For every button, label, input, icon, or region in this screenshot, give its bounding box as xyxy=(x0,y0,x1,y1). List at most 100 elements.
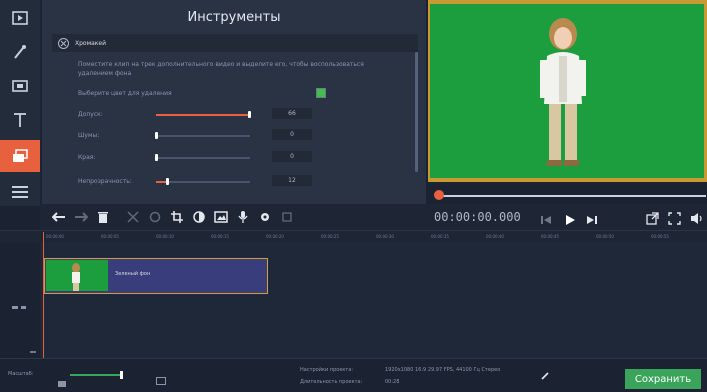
menu-icon xyxy=(12,186,28,198)
more-tools-button[interactable] xyxy=(0,140,40,172)
noise-slider-handle[interactable] xyxy=(155,132,158,139)
tool-sidebar xyxy=(0,0,40,206)
ruler-tick: 00:00:30 xyxy=(376,234,394,239)
ruler-tick: 00:00:20 xyxy=(266,234,284,239)
seek-track[interactable] xyxy=(438,195,706,197)
section-title: Хромакей xyxy=(75,39,107,47)
opacity-slider-handle[interactable] xyxy=(166,178,169,185)
playback-bar: 00:00:00.000 xyxy=(428,204,707,230)
project-duration-label: Длительность проекта: xyxy=(300,379,363,385)
delete-button[interactable] xyxy=(92,206,114,228)
close-circle-icon[interactable] xyxy=(58,37,69,49)
opacity-slider[interactable] xyxy=(156,181,250,183)
ruler-tick: 00:00:40 xyxy=(486,234,504,239)
image-button[interactable] xyxy=(210,206,232,228)
undo-button[interactable] xyxy=(48,206,70,228)
noise-label: Шумы: xyxy=(78,132,100,139)
video-clip[interactable]: Зеленый фон xyxy=(44,258,268,294)
noise-slider[interactable] xyxy=(156,135,250,137)
redo-button[interactable] xyxy=(70,206,92,228)
import-tool-button[interactable] xyxy=(0,2,40,34)
edges-label: Края: xyxy=(78,154,96,161)
ruler-tick: 00:00:45 xyxy=(541,234,559,239)
detach-preview-button[interactable] xyxy=(646,210,659,229)
tolerance-slider-handle[interactable] xyxy=(248,111,251,118)
transitions-tool-button[interactable] xyxy=(0,70,40,102)
opacity-label: Непрозрачность: xyxy=(78,178,132,185)
trash-icon xyxy=(98,212,108,223)
rotate-icon xyxy=(149,211,161,223)
opacity-value[interactable]: 12 xyxy=(272,175,312,186)
external-window-icon xyxy=(646,212,659,225)
video-preview[interactable] xyxy=(430,4,704,178)
zoom-slider-handle[interactable] xyxy=(120,371,123,379)
contrast-icon xyxy=(193,211,205,223)
fit-icon xyxy=(156,377,166,385)
microphone-icon xyxy=(238,211,248,223)
edit-toolbar xyxy=(40,204,428,230)
clip-name: Зеленый фон xyxy=(115,271,151,277)
cut-button[interactable] xyxy=(122,206,144,228)
chroma-key-header[interactable]: Хромакей xyxy=(52,34,418,52)
tolerance-slider-fill xyxy=(156,114,250,116)
child-figure-image xyxy=(540,18,586,166)
edges-slider[interactable] xyxy=(156,157,250,159)
fullscreen-button[interactable] xyxy=(668,210,681,229)
layers-icon xyxy=(13,149,28,162)
play-button[interactable] xyxy=(564,211,576,230)
menu-tool-button[interactable] xyxy=(0,176,40,208)
video-track-icon xyxy=(12,297,26,316)
edit-settings-button[interactable] xyxy=(541,365,549,384)
panel-title: Инструменты xyxy=(187,10,281,25)
ruler-tick: 00:00:35 xyxy=(431,234,449,239)
seek-handle[interactable] xyxy=(434,190,444,200)
panel-scrollbar[interactable] xyxy=(415,52,418,172)
film-icon xyxy=(12,11,28,25)
zoom-out-icon[interactable] xyxy=(58,372,66,391)
key-color-swatch[interactable] xyxy=(316,88,326,98)
pencil-icon xyxy=(541,372,549,380)
zoom-slider[interactable] xyxy=(70,374,122,376)
transition-icon xyxy=(12,80,28,92)
ruler-tick: 00:00:25 xyxy=(321,234,339,239)
skip-back-icon xyxy=(541,216,551,224)
timeline-ruler[interactable]: 00:00:00 00:00:05 00:00:10 00:00:15 00:0… xyxy=(0,230,707,242)
image-icon xyxy=(214,211,228,223)
noise-value[interactable]: 0 xyxy=(272,129,312,140)
save-button[interactable]: Сохранить xyxy=(625,369,701,389)
filters-tool-button[interactable] xyxy=(0,36,40,68)
tolerance-value[interactable]: 66 xyxy=(272,108,312,119)
crop-button[interactable] xyxy=(166,206,188,228)
color-adjust-button[interactable] xyxy=(188,206,210,228)
project-duration-value: 00:28 xyxy=(385,379,400,385)
ruler-tick: 00:00:15 xyxy=(211,234,229,239)
timeline-playhead[interactable] xyxy=(43,232,44,358)
extra-tool-button[interactable] xyxy=(276,206,298,228)
previous-frame-button[interactable] xyxy=(540,211,552,230)
play-icon xyxy=(566,215,575,225)
volume-button[interactable] xyxy=(690,210,703,229)
ruler-tick: 00:00:50 xyxy=(596,234,614,239)
edges-slider-handle[interactable] xyxy=(155,154,158,161)
next-frame-button[interactable] xyxy=(586,211,598,230)
ruler-tick: 00:00:10 xyxy=(156,234,174,239)
gear-icon xyxy=(261,213,269,221)
titles-tool-button[interactable] xyxy=(0,104,40,136)
clip-settings-button[interactable] xyxy=(254,206,276,228)
scale-label: Масштаб: xyxy=(8,371,34,377)
timecode: 00:00:00.000 xyxy=(434,210,521,224)
crop-icon xyxy=(171,211,183,223)
scissors-icon xyxy=(127,211,139,223)
rotate-button[interactable] xyxy=(144,206,166,228)
audio-button[interactable] xyxy=(232,206,254,228)
fit-timeline-button[interactable] xyxy=(156,370,166,389)
preview-seekbar[interactable] xyxy=(430,186,706,206)
ruler-tick: 00:00:05 xyxy=(101,234,119,239)
project-settings-value: 1920x1080 16:9 29.97 FPS, 44100 Гц Стере… xyxy=(385,367,501,373)
tools-panel: Инструменты Хромакей Поместите клип на т… xyxy=(42,0,426,204)
edges-value[interactable]: 0 xyxy=(272,151,312,162)
square-icon xyxy=(282,212,292,222)
chroma-key-description: Поместите клип на трек дополнительного в… xyxy=(78,61,364,77)
track-headers xyxy=(0,242,40,358)
speaker-icon xyxy=(691,213,702,224)
